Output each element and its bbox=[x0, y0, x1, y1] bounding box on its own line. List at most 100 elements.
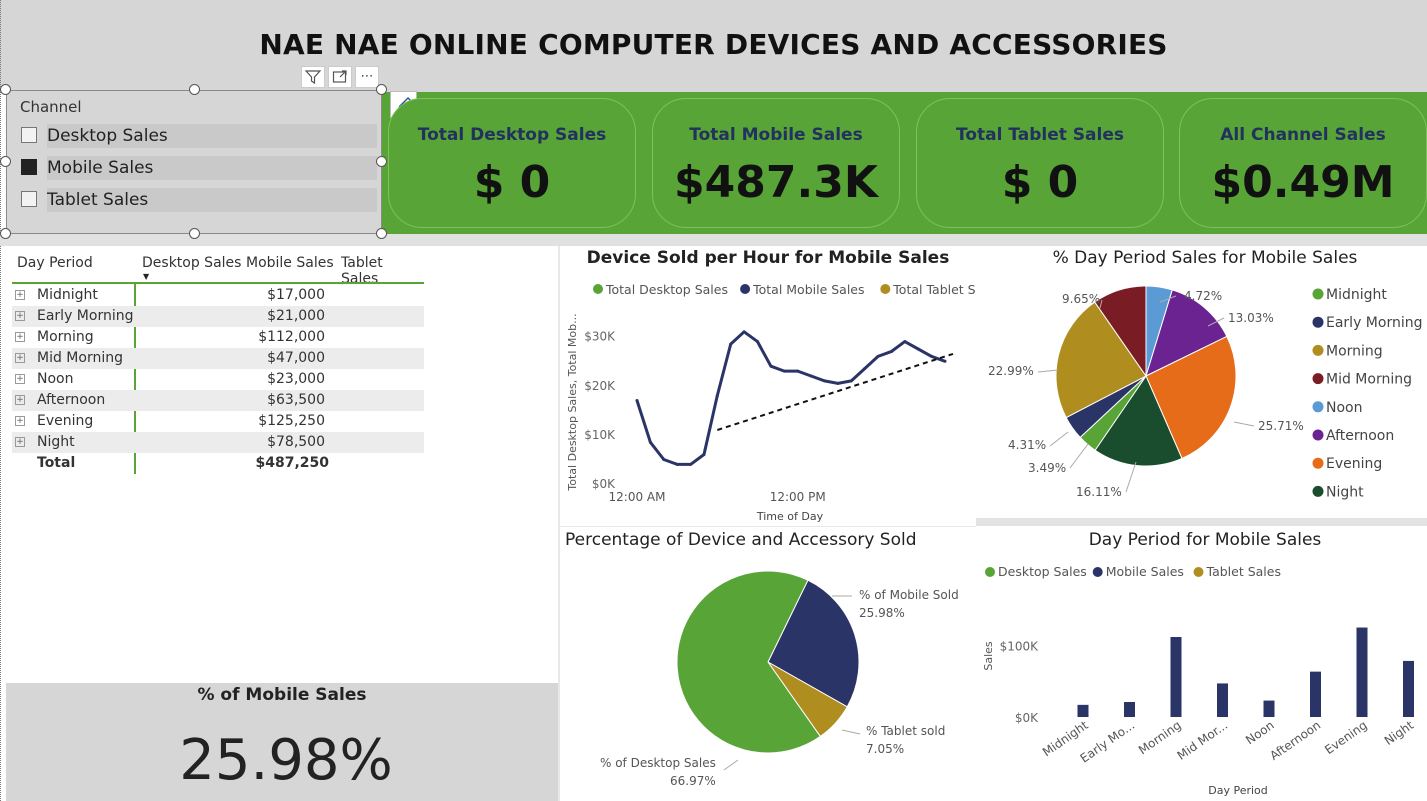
table-row[interactable]: + Morning $112,000 bbox=[12, 327, 424, 348]
bar-chart[interactable]: Desktop Sales Mobile Sales Tablet Sales $0K… bbox=[976, 556, 1427, 801]
line-chart[interactable]: Total Desktop Sales Total Mobile Sales Tot… bbox=[560, 272, 976, 526]
column-header[interactable]: Day Period bbox=[17, 255, 93, 271]
bar-chart-title: Day Period for Mobile Sales bbox=[1088, 530, 1322, 550]
leader-line bbox=[841, 729, 861, 735]
table-row[interactable]: + Night $78,500 bbox=[12, 432, 424, 453]
table-row[interactable]: + Early Morning $21,000 bbox=[12, 306, 424, 327]
x-tick-label: 12:00 AM bbox=[609, 490, 666, 504]
data-point bbox=[648, 440, 652, 444]
slicer-item-tablet[interactable]: Tablet Sales bbox=[19, 188, 377, 212]
data-point bbox=[836, 381, 840, 385]
legend-marker bbox=[1312, 401, 1324, 413]
focus-mode-icon[interactable] bbox=[328, 66, 352, 88]
legend-marker bbox=[1312, 429, 1324, 441]
kpi-label: All Channel Sales bbox=[1220, 125, 1386, 145]
mobile-sales-cell: $47,000 bbox=[267, 350, 325, 366]
table-row[interactable]: + Noon $23,000 bbox=[12, 369, 424, 390]
resize-handle[interactable] bbox=[376, 156, 387, 167]
row-label: Morning bbox=[37, 329, 94, 345]
resize-handle[interactable] bbox=[376, 84, 387, 95]
expand-icon[interactable]: + bbox=[15, 332, 25, 342]
data-point bbox=[782, 369, 786, 373]
slicer-item-mobile[interactable]: Mobile Sales bbox=[19, 156, 377, 180]
slice-label: 9.65% bbox=[1062, 292, 1100, 306]
legend-label: Desktop Sales bbox=[998, 564, 1087, 579]
mobile-sales-cell: $17,000 bbox=[267, 287, 325, 303]
total-value: $487,250 bbox=[255, 455, 329, 471]
device-pie-title: Percentage of Device and Accessory Sold bbox=[565, 530, 917, 550]
y-tick-label: $100K bbox=[1000, 640, 1040, 654]
leader-line bbox=[1069, 443, 1089, 469]
legend-marker bbox=[1193, 567, 1204, 577]
resize-handle[interactable] bbox=[0, 156, 11, 167]
mobile-sales-cell: $21,000 bbox=[267, 308, 325, 324]
kpi-card-desktop[interactable]: Total Desktop Sales $ 0 bbox=[388, 98, 636, 228]
legend-label: Total Desktop Sales bbox=[605, 282, 728, 297]
data-point bbox=[662, 457, 666, 461]
legend-marker bbox=[1312, 373, 1324, 385]
checkbox-icon[interactable] bbox=[21, 127, 37, 143]
table-row[interactable]: + Afternoon $63,500 bbox=[12, 390, 424, 411]
day-period-pie-chart[interactable]: 4.72% 13.03% 25.71% 16.11% 3.49% 4.31% 22.99% 9… bbox=[976, 272, 1427, 518]
data-point bbox=[930, 354, 934, 358]
resize-handle[interactable] bbox=[189, 84, 200, 95]
bar bbox=[1356, 627, 1368, 717]
more-options-icon[interactable]: ⋯ bbox=[355, 66, 379, 88]
kpi-label: Total Tablet Sales bbox=[956, 125, 1124, 145]
kpi-card-tablet[interactable]: Total Tablet Sales $ 0 bbox=[916, 98, 1164, 228]
legend-label: Morning bbox=[1326, 343, 1383, 359]
row-label: Noon bbox=[37, 371, 74, 387]
checkbox-icon[interactable] bbox=[21, 191, 37, 207]
data-point bbox=[689, 462, 693, 466]
resize-handle[interactable] bbox=[0, 84, 11, 95]
data-point bbox=[889, 349, 893, 353]
x-tick-label: Afternoon bbox=[1267, 718, 1323, 763]
bar bbox=[1170, 637, 1182, 717]
resize-handle[interactable] bbox=[0, 228, 11, 239]
header-divider bbox=[12, 282, 424, 284]
data-point bbox=[675, 462, 679, 466]
y-tick-label: $0K bbox=[592, 477, 616, 491]
trend-line bbox=[717, 352, 954, 431]
data-point bbox=[702, 453, 706, 457]
slice-label: 3.49% bbox=[1028, 461, 1066, 475]
data-point bbox=[769, 364, 773, 368]
slicer-title: Channel bbox=[20, 98, 82, 116]
column-header[interactable]: Desktop Sales bbox=[142, 255, 241, 271]
data-point bbox=[756, 340, 760, 344]
checkbox-checked-icon[interactable] bbox=[21, 159, 37, 175]
column-header[interactable]: Mobile Sales bbox=[246, 255, 334, 271]
resize-handle[interactable] bbox=[189, 228, 200, 239]
kpi-value: $487.3K bbox=[674, 157, 878, 208]
slice-label: 4.31% bbox=[1008, 438, 1046, 452]
legend-label: Early Morning bbox=[1326, 315, 1422, 331]
leader-line bbox=[1125, 461, 1137, 493]
x-axis-label: Time of Day bbox=[756, 510, 824, 523]
slice-value: 7.05% bbox=[866, 742, 904, 756]
resize-handle[interactable] bbox=[376, 228, 387, 239]
expand-icon[interactable]: + bbox=[15, 374, 25, 384]
data-point bbox=[849, 379, 853, 383]
expand-icon[interactable]: + bbox=[15, 290, 25, 300]
table-row[interactable]: + Midnight $17,000 bbox=[12, 285, 424, 306]
canvas-edge bbox=[0, 0, 4, 801]
expand-icon[interactable]: + bbox=[15, 416, 25, 426]
bar bbox=[1263, 700, 1275, 717]
row-label: Afternoon bbox=[37, 392, 106, 408]
table-row[interactable]: + Evening $125,250 bbox=[12, 411, 424, 432]
expand-icon[interactable]: + bbox=[15, 437, 25, 447]
filter-icon[interactable] bbox=[301, 66, 325, 88]
expand-icon[interactable]: + bbox=[15, 311, 25, 321]
slicer-item-label: Tablet Sales bbox=[47, 190, 149, 210]
expand-icon[interactable]: + bbox=[15, 353, 25, 363]
kpi-card-all[interactable]: All Channel Sales $0.49M bbox=[1179, 98, 1427, 228]
slice-label: 13.03% bbox=[1228, 311, 1274, 325]
bar bbox=[1403, 660, 1414, 717]
table-row[interactable]: + Mid Morning $47,000 bbox=[12, 348, 424, 369]
slicer-item-desktop[interactable]: Desktop Sales bbox=[19, 124, 377, 148]
expand-icon[interactable]: + bbox=[15, 395, 25, 405]
x-axis-label: Day Period bbox=[1208, 784, 1268, 797]
device-pie-chart[interactable]: % of Mobile Sold 25.98% % Tablet sold 7.05%… bbox=[560, 556, 976, 801]
kpi-card-mobile[interactable]: Total Mobile Sales $487.3K bbox=[652, 98, 900, 228]
y-tick-label: $10K bbox=[584, 428, 616, 442]
